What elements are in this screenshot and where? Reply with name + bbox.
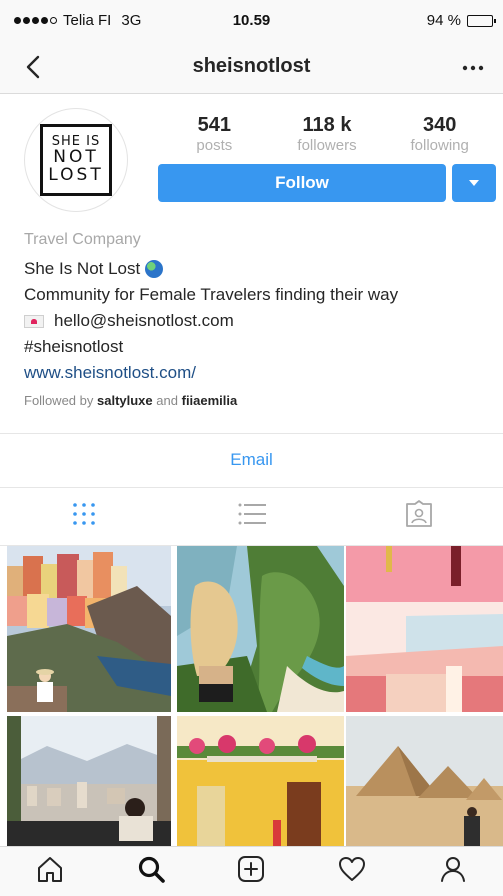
- profile-website-link[interactable]: www.sheisnotlost.com/: [24, 360, 494, 386]
- heart-icon: [337, 854, 367, 889]
- tab-list[interactable]: [168, 488, 336, 544]
- tab-tagged[interactable]: [335, 488, 503, 544]
- grid-photo-2[interactable]: [177, 546, 344, 712]
- followed-by-line[interactable]: Followed by saltyluxe and fiiaemilia: [24, 390, 494, 412]
- battery-icon: [467, 14, 496, 27]
- status-bar: Telia FI 3G 10.59 94 %: [0, 0, 503, 42]
- status-right: 94 %: [426, 12, 496, 29]
- stat-following-label: following: [410, 137, 469, 154]
- globe-emoji-icon: [145, 260, 164, 278]
- instagram-profile-screen: Telia FI 3G 10.59 94 % sheisnotlost SHE …: [0, 0, 503, 896]
- profile-email-text[interactable]: hello@sheisnotlost.com: [54, 308, 234, 334]
- profile-bio: Travel Company She Is Not Lost Community…: [24, 230, 494, 412]
- add-post-icon: [236, 854, 266, 889]
- caret-down-icon: [469, 180, 479, 186]
- grid-photo-1[interactable]: [7, 546, 171, 712]
- more-options-icon[interactable]: [459, 50, 487, 80]
- tagged-icon: [404, 499, 434, 533]
- profile-display-name-row: She Is Not Lost: [24, 256, 494, 282]
- bottom-tab-activity[interactable]: [302, 847, 403, 896]
- grid-photo-5[interactable]: [177, 716, 344, 846]
- followed-by-user-1[interactable]: saltyluxe: [97, 393, 153, 408]
- bottom-tab-new-post[interactable]: [201, 847, 302, 896]
- bottom-tab-search[interactable]: [101, 847, 202, 896]
- profile-icon: [438, 854, 468, 889]
- search-icon: [136, 854, 166, 889]
- tab-grid[interactable]: [0, 488, 168, 544]
- followed-by-and: and: [156, 393, 178, 408]
- profile-display-name: She Is Not Lost: [24, 259, 141, 278]
- profile-category: Travel Company: [24, 231, 141, 248]
- profile-avatar[interactable]: SHE IS NOT LOST: [24, 108, 128, 212]
- stat-posts-count: 541: [197, 114, 232, 136]
- email-contact-button[interactable]: Email: [0, 434, 503, 486]
- profile-stats: 541 posts 118 k followers 340 following: [158, 114, 496, 154]
- profile-hashtag[interactable]: #sheisnotlost: [24, 334, 494, 360]
- home-icon: [35, 854, 65, 889]
- grid-icon: [72, 502, 96, 531]
- grid-photo-6[interactable]: [346, 716, 503, 846]
- stat-followers-count: 118 k: [302, 114, 352, 136]
- followed-by-prefix: Followed by: [24, 393, 94, 408]
- navigation-bar: sheisnotlost: [0, 42, 503, 94]
- grid-photo-3[interactable]: [346, 546, 503, 712]
- bottom-tab-home[interactable]: [0, 847, 101, 896]
- she-is-not-lost-logo: SHE IS NOT LOST: [40, 124, 112, 196]
- stat-posts[interactable]: 541 posts: [158, 114, 271, 154]
- profile-view-tabs: [0, 488, 503, 544]
- love-letter-emoji-icon: [24, 314, 44, 328]
- profile-email-line: hello@sheisnotlost.com: [24, 308, 494, 334]
- list-icon: [238, 502, 266, 531]
- grid-photo-4[interactable]: [7, 716, 171, 846]
- stat-following-count: 340: [422, 114, 457, 136]
- stat-followers-label: followers: [297, 137, 357, 154]
- stat-following[interactable]: 340 following: [383, 114, 496, 154]
- stat-followers[interactable]: 118 k followers: [271, 114, 384, 154]
- photo-grid: [7, 546, 503, 846]
- follow-button[interactable]: Follow: [158, 164, 446, 202]
- suggestions-dropdown-button[interactable]: [452, 164, 496, 202]
- logo-line-3: LOST: [48, 164, 104, 185]
- bottom-tab-profile[interactable]: [402, 847, 503, 896]
- battery-percentage: 94 %: [426, 12, 461, 29]
- bottom-tab-bar: [0, 846, 503, 896]
- stat-posts-label: posts: [196, 137, 233, 154]
- profile-description: Community for Female Travelers finding t…: [24, 285, 399, 304]
- followed-by-user-2[interactable]: fiiaemilia: [182, 393, 238, 408]
- profile-username-title: sheisnotlost: [192, 55, 311, 77]
